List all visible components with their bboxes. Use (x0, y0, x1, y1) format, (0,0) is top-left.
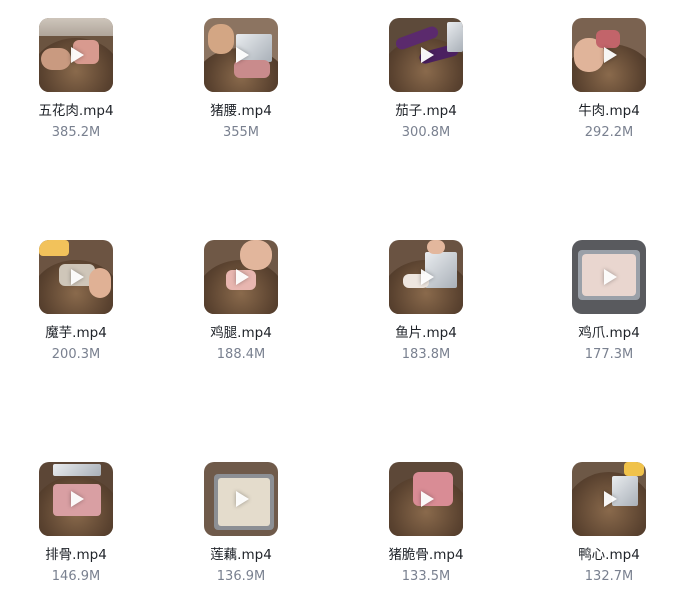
play-icon (604, 491, 617, 507)
file-name: 鸡腿.mp4 (210, 325, 272, 341)
file-name: 鸭心.mp4 (578, 547, 640, 563)
video-thumbnail[interactable] (572, 18, 646, 92)
file-name: 魔芋.mp4 (45, 325, 107, 341)
file-name: 猪脆骨.mp4 (388, 547, 464, 563)
play-icon (604, 269, 617, 285)
file-name: 牛肉.mp4 (578, 103, 640, 119)
file-size: 133.5M (401, 569, 451, 584)
video-thumbnail[interactable] (572, 462, 646, 536)
video-file-grid: 五花肉.mp4 385.2M 猪腰.mp4 355M 茄子.mp4 300.8M (0, 0, 688, 606)
play-icon (236, 47, 249, 63)
video-file-item[interactable]: 鸡爪.mp4 177.3M (534, 240, 684, 380)
video-thumbnail[interactable] (204, 18, 278, 92)
file-size: 355M (222, 125, 260, 140)
video-thumbnail[interactable] (389, 18, 463, 92)
video-file-item[interactable]: 牛肉.mp4 292.2M (534, 18, 684, 158)
play-icon (236, 491, 249, 507)
play-icon (71, 269, 84, 285)
video-thumbnail[interactable] (39, 18, 113, 92)
file-size: 177.3M (584, 347, 634, 362)
video-thumbnail[interactable] (389, 462, 463, 536)
play-icon (421, 269, 434, 285)
file-name: 鱼片.mp4 (395, 325, 457, 341)
file-size: 292.2M (584, 125, 634, 140)
file-size: 385.2M (51, 125, 101, 140)
video-file-item[interactable]: 魔芋.mp4 200.3M (1, 240, 151, 380)
video-thumbnail[interactable] (204, 462, 278, 536)
file-size: 188.4M (216, 347, 266, 362)
play-icon (71, 47, 84, 63)
video-file-item[interactable]: 鸡腿.mp4 188.4M (166, 240, 316, 380)
play-icon (421, 491, 434, 507)
video-file-item[interactable]: 鱼片.mp4 183.8M (351, 240, 501, 380)
video-thumbnail[interactable] (39, 240, 113, 314)
video-thumbnail[interactable] (572, 240, 646, 314)
play-icon (604, 47, 617, 63)
video-file-item[interactable]: 猪腰.mp4 355M (166, 18, 316, 158)
file-size: 136.9M (216, 569, 266, 584)
file-size: 146.9M (51, 569, 101, 584)
file-name: 五花肉.mp4 (38, 103, 114, 119)
file-name: 排骨.mp4 (45, 547, 107, 563)
file-size: 132.7M (584, 569, 634, 584)
file-name: 茄子.mp4 (395, 103, 457, 119)
video-thumbnail[interactable] (389, 240, 463, 314)
file-size: 200.3M (51, 347, 101, 362)
video-file-item[interactable]: 排骨.mp4 146.9M (1, 462, 151, 602)
file-size: 183.8M (401, 347, 451, 362)
video-thumbnail[interactable] (39, 462, 113, 536)
video-file-item[interactable]: 莲藕.mp4 136.9M (166, 462, 316, 602)
play-icon (236, 269, 249, 285)
video-file-item[interactable]: 五花肉.mp4 385.2M (1, 18, 151, 158)
play-icon (421, 47, 434, 63)
file-name: 莲藕.mp4 (210, 547, 272, 563)
video-file-item[interactable]: 鸭心.mp4 132.7M (534, 462, 684, 602)
play-icon (71, 491, 84, 507)
video-thumbnail[interactable] (204, 240, 278, 314)
file-name: 鸡爪.mp4 (578, 325, 640, 341)
video-file-item[interactable]: 猪脆骨.mp4 133.5M (351, 462, 501, 602)
file-size: 300.8M (401, 125, 451, 140)
file-name: 猪腰.mp4 (210, 103, 272, 119)
video-file-item[interactable]: 茄子.mp4 300.8M (351, 18, 501, 158)
